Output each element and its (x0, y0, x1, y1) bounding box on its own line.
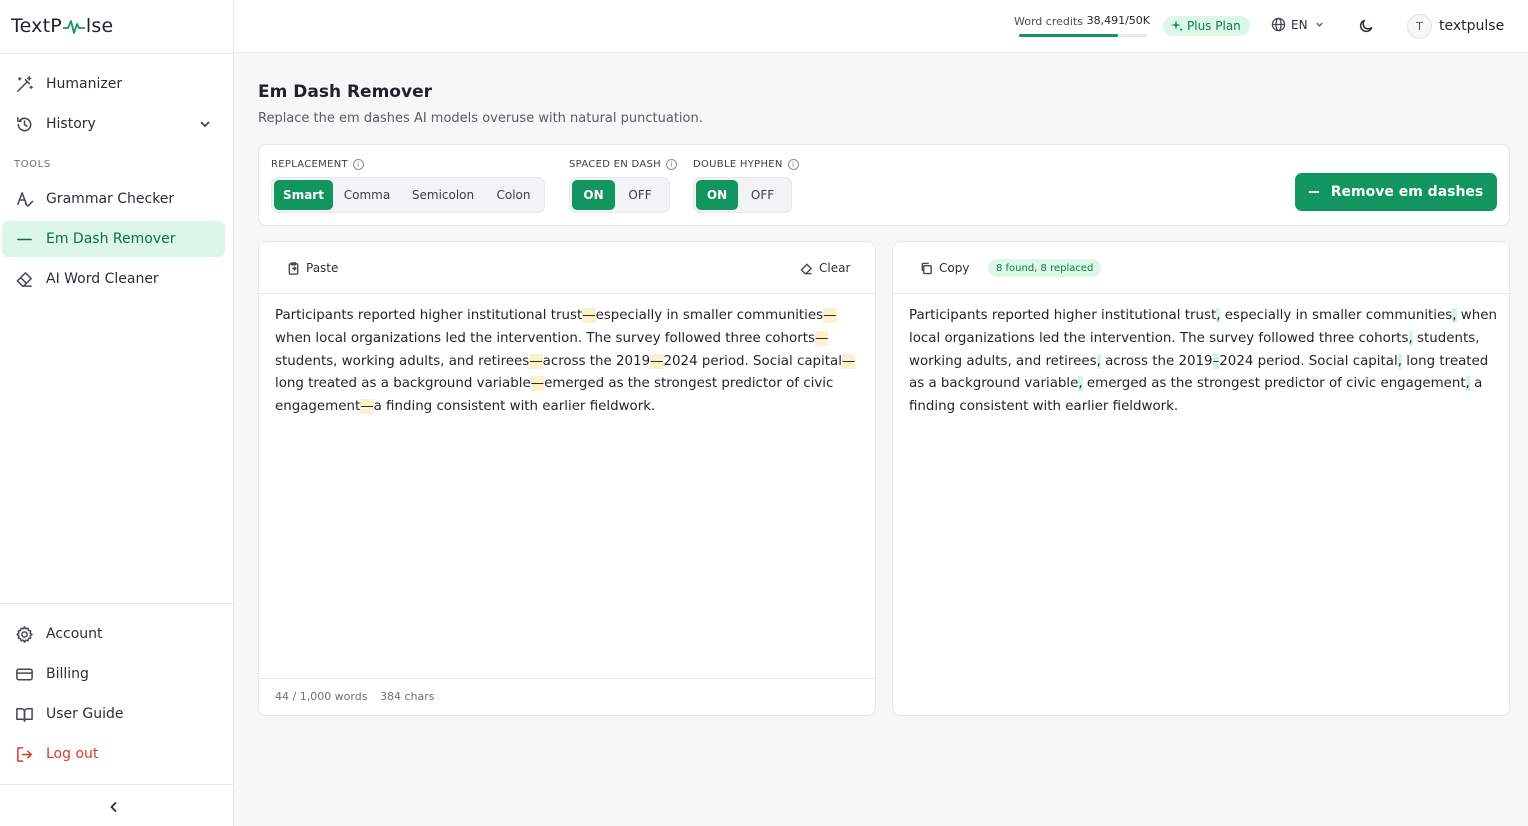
credits-progress-bar (1019, 34, 1147, 37)
input-panel-footer: 44 / 1,000 words 384 chars (259, 678, 875, 715)
em-dash-highlight: — (360, 399, 374, 415)
output-text-area[interactable]: Participants reported higher institution… (909, 305, 1497, 419)
em-dash-highlight: — (823, 308, 837, 323)
options-bar: REPLACEMENT i Smart Comma Semicolon Colo… (258, 144, 1510, 226)
card-icon (14, 664, 34, 684)
app-logo[interactable]: TextP lse (11, 14, 113, 38)
double-hyphen-off[interactable]: OFF (738, 180, 787, 210)
sidebar-item-account[interactable]: Account (2, 616, 225, 652)
sparkle-icon (1171, 20, 1183, 32)
double-hyphen-label: DOUBLE HYPHEN i (693, 159, 799, 170)
theme-toggle-button[interactable] (1358, 17, 1375, 34)
sidebar-item-em-dash-remover[interactable]: Em Dash Remover (2, 221, 225, 257)
replacement-option-smart[interactable]: Smart (274, 180, 333, 210)
spaced-en-dash-off[interactable]: OFF (615, 180, 665, 210)
input-panel: Paste Clear Participants reported higher… (258, 241, 876, 716)
sidebar-item-user-guide[interactable]: User Guide (2, 696, 225, 732)
spaced-en-dash-on[interactable]: ON (572, 180, 615, 210)
logo-text-left: TextP (11, 15, 62, 37)
clear-button[interactable]: Clear (800, 261, 850, 275)
logout-icon (14, 744, 34, 764)
eraser-icon (800, 262, 813, 274)
magic-wand-icon (14, 74, 34, 94)
spaced-en-dash-toggle: ON OFF (569, 177, 670, 213)
em-dash-highlight: — (841, 353, 856, 369)
sidebar-divider (0, 603, 233, 604)
clipboard-icon (288, 261, 299, 275)
gear-icon (14, 624, 34, 644)
replacement-segmented-control: Smart Comma Semicolon Colon (271, 177, 545, 213)
spaced-en-dash-label: SPACED EN DASH i (569, 159, 677, 170)
credits-value: 38,491/50K (1086, 14, 1150, 27)
collapse-sidebar-button[interactable] (106, 799, 122, 815)
chevron-down-icon (1315, 22, 1323, 27)
copy-icon (921, 262, 932, 274)
sidebar: TextP lse Humanizer History TOOLS Gramma… (0, 0, 234, 826)
dash-icon (14, 229, 34, 249)
sidebar-item-ai-word-cleaner[interactable]: AI Word Cleaner (2, 261, 225, 297)
history-icon (14, 114, 34, 134)
page-subtitle: Replace the em dashes AI models overuse … (258, 111, 703, 126)
info-icon[interactable]: i (666, 159, 677, 170)
avatar[interactable]: T (1407, 14, 1432, 39)
em-dash-highlight: — (650, 353, 664, 369)
globe-icon (1271, 17, 1286, 32)
sidebar-item-log-out[interactable]: Log out (2, 736, 225, 772)
chevron-left-icon (110, 801, 117, 813)
output-panel-header: Copy 8 found, 8 replaced (893, 242, 1509, 294)
moon-icon (1359, 19, 1373, 33)
em-dash-highlight: — (529, 353, 543, 369)
replacement-option-colon[interactable]: Colon (485, 180, 542, 210)
logo-text-right: lse (85, 15, 114, 37)
copy-button[interactable]: Copy (920, 261, 969, 275)
sidebar-item-humanizer[interactable]: Humanizer (2, 66, 225, 102)
replacement-option-semicolon[interactable]: Semicolon (401, 180, 485, 210)
replacement-option-comma[interactable]: Comma (333, 180, 401, 210)
status-badge: 8 found, 8 replaced (988, 259, 1102, 277)
input-panel-header: Paste Clear (259, 242, 875, 294)
sidebar-item-grammar-checker[interactable]: Grammar Checker (2, 181, 225, 217)
em-dash-highlight: — (530, 376, 545, 392)
output-panel: Copy 8 found, 8 replaced Participants re… (892, 241, 1510, 716)
chevron-down-icon[interactable] (197, 116, 213, 132)
top-bar: Word credits 38,491/50K Plus Plan EN T t… (234, 0, 1528, 53)
page-title: Em Dash Remover (258, 82, 432, 102)
double-hyphen-toggle: ON OFF (693, 177, 792, 213)
em-dash-highlight: — (814, 330, 829, 346)
eraser-icon (14, 269, 34, 289)
double-hyphen-on[interactable]: ON (696, 180, 738, 210)
input-text-area[interactable]: Participants reported higher institution… (275, 305, 863, 419)
credits-progress-fill (1019, 34, 1118, 37)
sidebar-item-history[interactable]: History (2, 106, 225, 142)
word-credits: Word credits 38,491/50K (1014, 14, 1150, 37)
dash-icon (1308, 191, 1319, 193)
credits-label: Word credits (1014, 15, 1083, 28)
username[interactable]: textpulse (1439, 18, 1504, 34)
spell-check-icon (14, 189, 34, 209)
em-dash-highlight: — (582, 308, 596, 323)
replacement-label: REPLACEMENT i (271, 159, 364, 170)
word-count: 44 / 1,000 words (275, 690, 368, 703)
char-count: 384 chars (380, 690, 435, 703)
sidebar-divider (0, 53, 233, 54)
book-icon (14, 704, 34, 724)
pulse-icon (62, 20, 85, 34)
remove-em-dashes-button[interactable]: Remove em dashes (1295, 173, 1497, 211)
info-icon[interactable]: i (352, 159, 364, 170)
language-selector[interactable]: EN (1271, 17, 1325, 32)
paste-button[interactable]: Paste (287, 261, 338, 275)
tools-section-label: TOOLS (14, 159, 51, 170)
info-icon[interactable]: i (787, 159, 799, 170)
sidebar-item-billing[interactable]: Billing (2, 656, 225, 692)
plan-badge[interactable]: Plus Plan (1163, 16, 1250, 36)
sidebar-divider (0, 784, 233, 785)
